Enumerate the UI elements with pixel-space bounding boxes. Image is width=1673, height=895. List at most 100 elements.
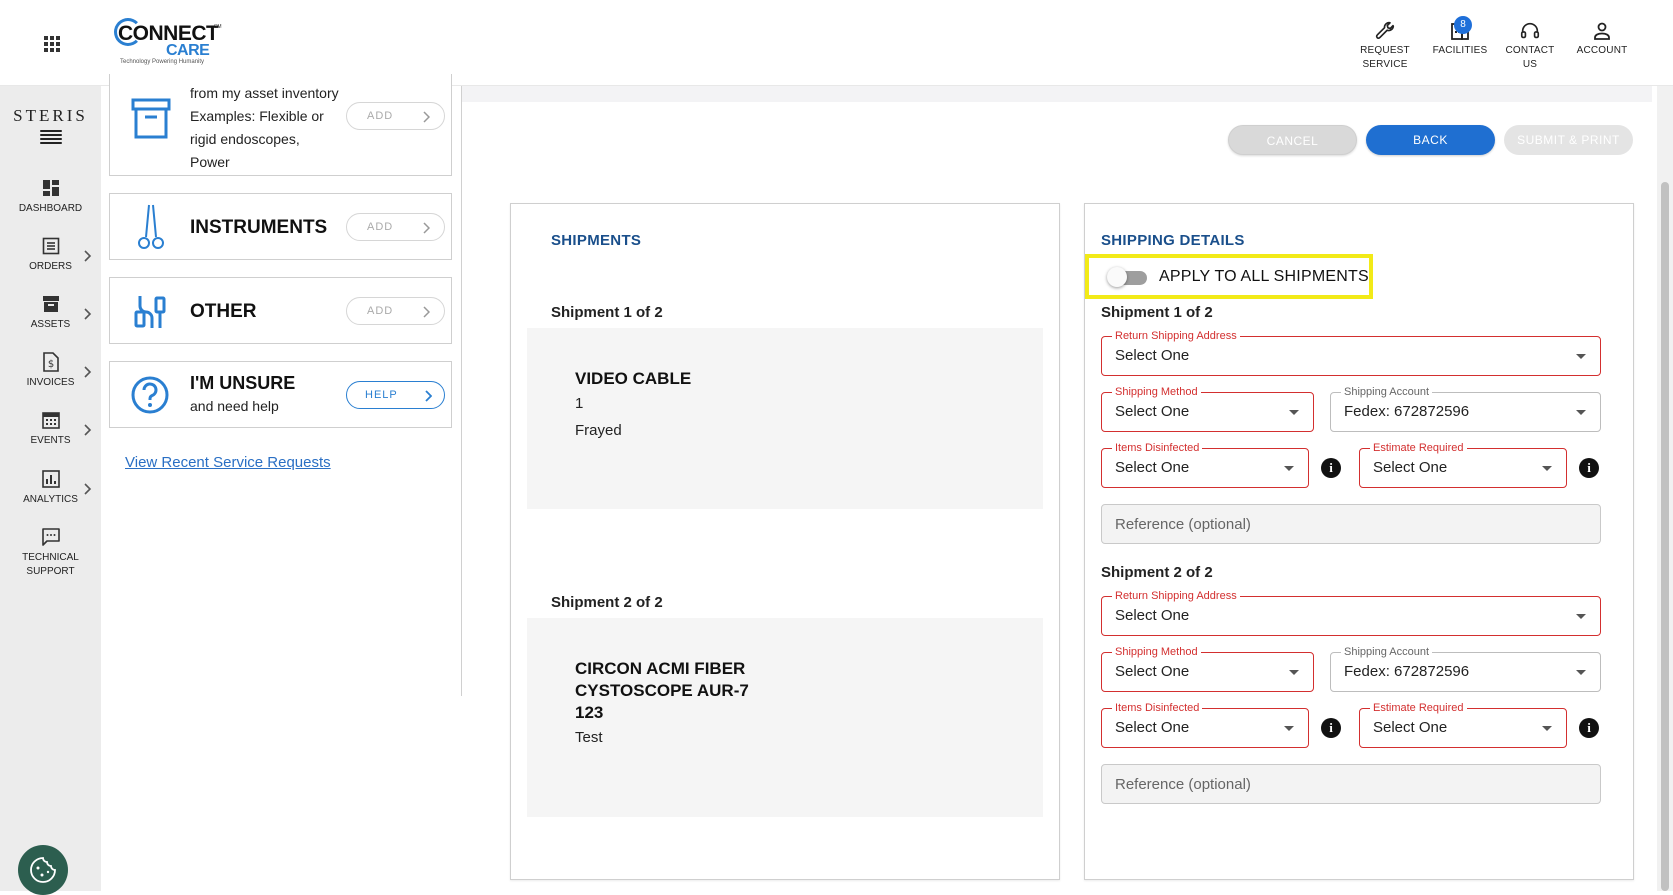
field-label: Estimate Required <box>1370 441 1467 455</box>
nav-request-service[interactable]: REQUEST SERVICE <box>1355 18 1415 78</box>
chevron-right-icon <box>423 111 430 123</box>
shipment-label: Shipment 1 of 2 <box>551 304 663 321</box>
category-card-instruments: INSTRUMENTS ADD <box>109 193 452 260</box>
apply-all-toggle[interactable] <box>1107 267 1147 287</box>
items-disinfected-select[interactable]: Items Disinfected Select One <box>1101 441 1309 488</box>
card-title: INSTRUMENTS <box>190 217 328 238</box>
field-label: Shipping Account <box>1341 385 1433 399</box>
rail-label: ASSETS <box>30 319 71 330</box>
person-icon <box>1571 18 1633 44</box>
reference-field[interactable] <box>1101 504 1601 544</box>
chevron-right-icon[interactable] <box>81 308 93 320</box>
chevron-right-icon <box>423 306 430 318</box>
estimate-required-select[interactable]: Estimate Required Select One <box>1359 701 1567 748</box>
add-asset-button[interactable]: ADD <box>346 102 445 130</box>
field-label: Items Disinfected <box>1112 701 1203 715</box>
items-disinfected-select[interactable]: Items Disinfected Select One <box>1101 701 1309 748</box>
shipment-label: Shipment 2 of 2 <box>1101 564 1213 581</box>
field-value: Select One <box>1115 607 1190 624</box>
scrollbar-thumb[interactable] <box>1661 182 1669 891</box>
rail-label: SUPPORT <box>26 566 75 577</box>
card-description: rigid endoscopes, <box>190 131 300 147</box>
shipping-method-select[interactable]: Shipping Method Select One <box>1101 645 1314 692</box>
nav-contact-us[interactable]: CONTACT US <box>1500 18 1560 78</box>
cable-icon <box>134 296 166 328</box>
field-value: Fedex: 672872596 <box>1344 403 1470 420</box>
info-icon[interactable]: i <box>1579 458 1599 478</box>
caret-down-icon <box>1289 670 1299 675</box>
toggle-knob <box>1107 267 1127 287</box>
field-value: Fedex: 672872596 <box>1344 663 1470 680</box>
panel-divider <box>461 86 462 696</box>
chevron-right-icon[interactable] <box>81 483 93 495</box>
rail-label: INVOICES <box>26 377 75 388</box>
logo-wordmark: CONNECT CARE <box>118 22 219 59</box>
card-description: from my asset inventory <box>190 85 339 101</box>
nav-account[interactable]: ACCOUNT <box>1571 18 1633 78</box>
page-scrollbar[interactable] <box>1657 86 1673 891</box>
rail-item-technical-support[interactable]: TECHNICAL SUPPORT <box>0 525 101 579</box>
field-label: Return Shipping Address <box>1112 329 1240 343</box>
chevron-right-icon[interactable] <box>81 366 93 378</box>
card-subtitle: and need help <box>190 398 279 414</box>
back-button[interactable]: BACK <box>1366 125 1495 155</box>
connectcare-logo[interactable]: CONNECT CARE SM Technology Powering Huma… <box>114 18 224 68</box>
return-address-select[interactable]: Return Shipping Address Select One <box>1101 329 1601 376</box>
field-value: Select One <box>1115 347 1190 364</box>
caret-down-icon <box>1576 354 1586 359</box>
nav-facilities[interactable]: 8 FACILITIES <box>1428 16 1492 78</box>
question-circle-icon <box>131 376 169 414</box>
reference-input[interactable] <box>1102 505 1600 543</box>
reference-field[interactable] <box>1101 764 1601 804</box>
rail-label: ANALYTICS <box>23 494 78 505</box>
estimate-required-select[interactable]: Estimate Required Select One <box>1359 441 1567 488</box>
chevron-right-icon[interactable] <box>81 250 93 262</box>
steris-waves-icon <box>40 130 62 146</box>
field-value: Select One <box>1115 403 1190 420</box>
facilities-badge: 8 <box>1454 16 1472 34</box>
field-label: Shipping Account <box>1341 645 1433 659</box>
card-description: Examples: Flexible or <box>190 108 324 124</box>
app-launcher-icon[interactable] <box>44 36 60 52</box>
shipment-label: Shipment 1 of 2 <box>1101 304 1213 321</box>
info-icon[interactable]: i <box>1321 718 1341 738</box>
submit-print-button[interactable]: SUBMIT & PRINT <box>1504 125 1633 155</box>
field-value: Select One <box>1115 459 1190 476</box>
info-icon[interactable]: i <box>1321 458 1341 478</box>
rail-label: TECHNICAL <box>22 552 79 563</box>
archive-box-icon <box>131 98 171 139</box>
shipping-account-select[interactable]: Shipping Account Fedex: 672872596 <box>1330 645 1601 692</box>
rail-item-dashboard[interactable]: DASHBOARD <box>0 176 101 216</box>
rail-label: ORDERS <box>29 261 72 272</box>
return-address-select[interactable]: Return Shipping Address Select One <box>1101 589 1601 636</box>
rail-label: EVENTS <box>30 435 71 446</box>
item-name: CIRCON ACMI FIBER <box>575 659 746 678</box>
shipping-details-title: SHIPPING DETAILS <box>1101 232 1245 249</box>
item-quantity: 1 <box>575 395 584 412</box>
field-value: Select One <box>1115 663 1190 680</box>
chevron-right-icon[interactable] <box>81 424 93 436</box>
card-description: Power <box>190 154 230 170</box>
caret-down-icon <box>1284 726 1294 731</box>
caret-down-icon <box>1576 670 1586 675</box>
cookie-icon <box>30 857 56 883</box>
cancel-button[interactable]: CANCEL <box>1228 125 1357 155</box>
category-card-assets: from my asset inventory Examples: Flexib… <box>109 74 452 176</box>
reference-input[interactable] <box>1102 765 1600 803</box>
nav-label: FACILITIES <box>1432 45 1488 56</box>
shipping-details-panel: SHIPPING DETAILS APPLY TO ALL SHIPMENTS … <box>1084 203 1634 880</box>
help-button[interactable]: HELP <box>346 381 445 409</box>
add-instruments-button[interactable]: ADD <box>346 213 445 241</box>
nav-label: SERVICE <box>1362 59 1408 70</box>
add-other-button[interactable]: ADD <box>346 297 445 325</box>
item-name: CYSTOSCOPE AUR-7 <box>575 681 749 700</box>
info-icon[interactable]: i <box>1579 718 1599 738</box>
category-card-other: OTHER ADD <box>109 277 452 344</box>
steris-logo[interactable]: STERIS <box>0 106 101 126</box>
view-recent-requests-link[interactable]: View Recent Service Requests <box>125 454 331 471</box>
field-value: Select One <box>1115 719 1190 736</box>
cookie-settings-button[interactable] <box>18 845 68 895</box>
shipping-account-select[interactable]: Shipping Account Fedex: 672872596 <box>1330 385 1601 432</box>
shipping-method-select[interactable]: Shipping Method Select One <box>1101 385 1314 432</box>
field-label: Items Disinfected <box>1112 441 1203 455</box>
